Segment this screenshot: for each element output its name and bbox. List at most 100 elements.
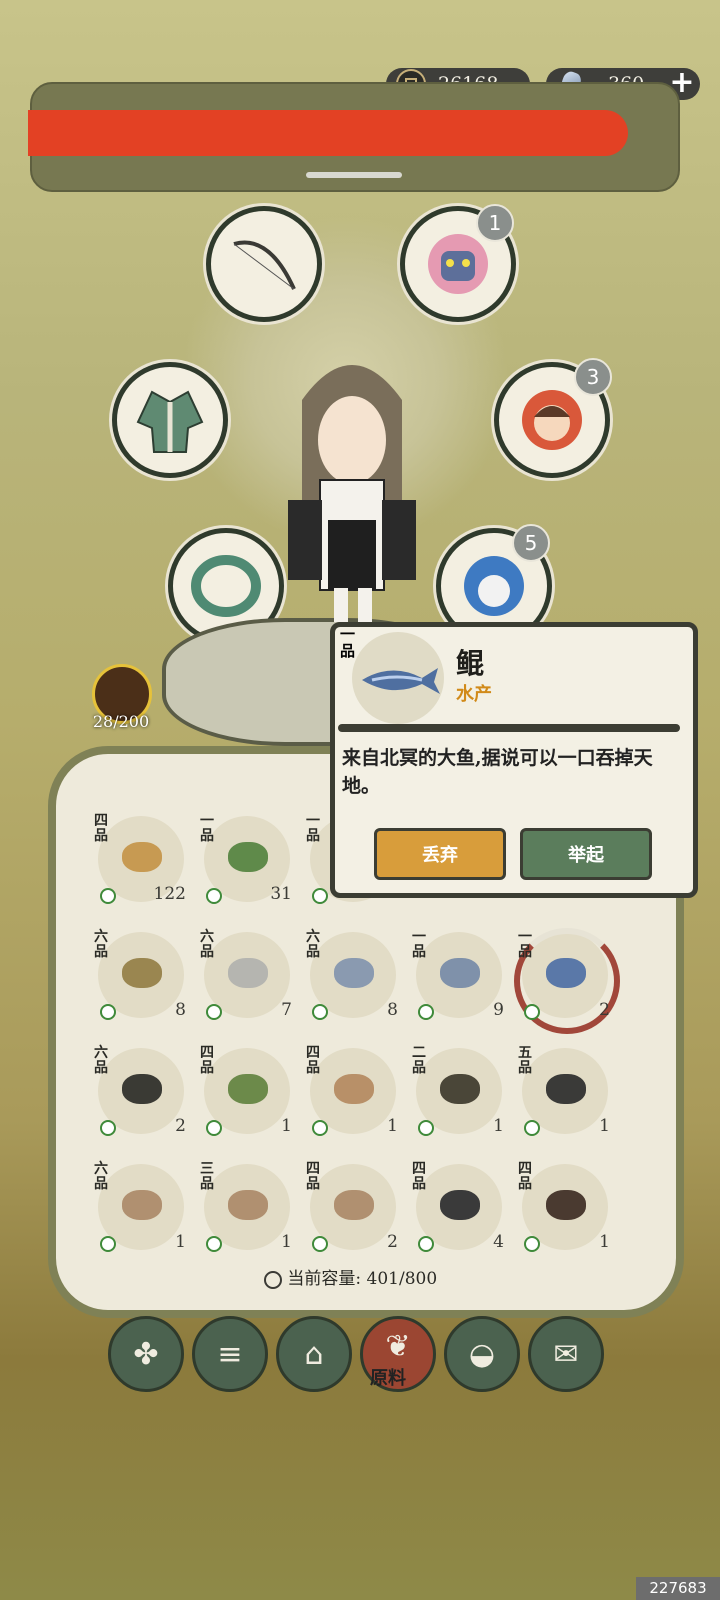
leaf-icon xyxy=(100,1120,116,1136)
item-grade: 六品 xyxy=(200,929,214,960)
item-count: 1 xyxy=(175,1232,186,1252)
face-icon xyxy=(522,390,582,450)
item-icon xyxy=(122,842,162,872)
inventory-item[interactable]: 四品 1 xyxy=(200,1044,292,1136)
item-count: 2 xyxy=(387,1232,398,1252)
pet-count: 28/200 xyxy=(92,712,150,731)
item-icon xyxy=(334,1074,374,1104)
item-grade: 一品 xyxy=(200,813,214,844)
tooltip-divider xyxy=(338,724,680,732)
item-count: 1 xyxy=(599,1232,610,1252)
bowl-icon: ◒ xyxy=(468,1336,496,1372)
item-count: 1 xyxy=(387,1116,398,1136)
nav-materials-label: 原料 xyxy=(370,1368,406,1389)
item-icon xyxy=(546,1190,586,1220)
leaf-icon xyxy=(206,1120,222,1136)
inventory-item[interactable]: 三品 1 xyxy=(200,1160,292,1252)
inventory-item[interactable]: 五品 1 xyxy=(518,1044,610,1136)
item-grade: 六品 xyxy=(94,929,108,960)
leaf-icon xyxy=(100,1236,116,1252)
nav-wood-button[interactable]: ≡ xyxy=(192,1316,268,1392)
item-grade: 四品 xyxy=(306,1045,320,1076)
item-count: 31 xyxy=(270,884,292,904)
leaf-icon xyxy=(206,1004,222,1020)
item-count: 4 xyxy=(493,1232,504,1252)
leaf-icon xyxy=(524,1004,540,1020)
item-grade: 四品 xyxy=(306,1161,320,1192)
item-icon xyxy=(334,1190,374,1220)
item-grade: 六品 xyxy=(306,929,320,960)
item-count: 1 xyxy=(281,1116,292,1136)
leaf-icon xyxy=(100,1004,116,1020)
inventory-item[interactable]: 二品 1 xyxy=(412,1044,504,1136)
robe-icon xyxy=(136,390,204,453)
weapon-slot[interactable] xyxy=(206,206,322,322)
item-count: 7 xyxy=(281,1000,292,1020)
kun-fish-icon xyxy=(362,668,440,694)
item-grade: 三品 xyxy=(200,1161,214,1192)
inventory-item[interactable]: 六品 7 xyxy=(200,928,292,1020)
item-icon xyxy=(228,958,268,988)
scroll-icon: ✉ xyxy=(553,1336,579,1372)
inventory-item[interactable]: 四品 1 xyxy=(518,1160,610,1252)
leaf-icon xyxy=(524,1120,540,1136)
item-grade: 四品 xyxy=(200,1045,214,1076)
drag-handle[interactable] xyxy=(306,172,402,178)
item-count: 2 xyxy=(175,1116,186,1136)
inventory-item[interactable]: 一品 9 xyxy=(412,928,504,1020)
leaf-icon xyxy=(312,888,328,904)
inventory-item[interactable]: 六品 8 xyxy=(306,928,398,1020)
inventory-item[interactable]: 一品 31 xyxy=(200,812,292,904)
mount-badge: 1 xyxy=(476,204,514,242)
item-icon xyxy=(228,1074,268,1104)
tooltip-name: 鲲 xyxy=(456,647,485,680)
inventory-item[interactable]: 一品 2 xyxy=(514,928,620,1034)
leaf-icon xyxy=(206,1236,222,1252)
item-grade: 一品 xyxy=(306,813,320,844)
inventory-item[interactable]: 四品 2 xyxy=(306,1160,398,1252)
item-count: 1 xyxy=(493,1116,504,1136)
item-icon xyxy=(546,1074,586,1104)
leaf-icon xyxy=(100,888,116,904)
capacity-label: 当前容量: 401/800 xyxy=(264,1264,437,1289)
item-grade: 一品 xyxy=(518,929,532,960)
lift-button[interactable]: 举起 xyxy=(520,828,652,880)
item-grade: 四品 xyxy=(518,1161,532,1192)
armor-slot[interactable] xyxy=(112,362,228,478)
inventory-item[interactable]: 六品 2 xyxy=(94,1044,186,1136)
item-icon xyxy=(334,958,374,988)
item-count: 1 xyxy=(281,1232,292,1252)
leaf-icon xyxy=(312,1120,328,1136)
discard-button[interactable]: 丢弃 xyxy=(374,828,506,880)
tooltip-category: 水产 xyxy=(456,684,492,705)
item-count: 122 xyxy=(153,884,186,904)
item-grade: 六品 xyxy=(94,1161,108,1192)
companion-badge: 3 xyxy=(574,358,612,396)
inventory-item[interactable]: 四品 122 xyxy=(94,812,186,904)
tooltip-item-image xyxy=(352,632,444,724)
tooltip-description: 来自北冥的大鱼,据说可以一口吞掉天地。 xyxy=(342,747,653,797)
bag-icon xyxy=(264,1270,282,1289)
inventory-item[interactable]: 六品 1 xyxy=(94,1160,186,1252)
item-count: 1 xyxy=(599,1116,610,1136)
nav-building-button[interactable]: ⌂ xyxy=(276,1316,352,1392)
leaf-icon xyxy=(312,1236,328,1252)
leaf-icon xyxy=(418,1120,434,1136)
bow-icon xyxy=(233,240,296,290)
item-count: 8 xyxy=(387,1000,398,1020)
item-icon xyxy=(440,1190,480,1220)
inventory-item[interactable]: 六品 8 xyxy=(94,928,186,1020)
inventory-item[interactable]: 四品 1 xyxy=(306,1044,398,1136)
item-count: 9 xyxy=(493,1000,504,1020)
nav-all-button[interactable]: ✤ xyxy=(108,1316,184,1392)
herb-icon: ❦ xyxy=(385,1328,411,1364)
item-icon xyxy=(440,1074,480,1104)
jade-ring-icon xyxy=(191,555,261,617)
nav-scroll-button[interactable]: ✉ xyxy=(528,1316,604,1392)
inventory-item[interactable]: 四品 4 xyxy=(412,1160,504,1252)
item-icon xyxy=(228,1190,268,1220)
spirit-badge: 5 xyxy=(512,524,550,562)
item-grade: 六品 xyxy=(94,1045,108,1076)
nav-food-button[interactable]: ◒ xyxy=(444,1316,520,1392)
item-icon xyxy=(122,1074,162,1104)
